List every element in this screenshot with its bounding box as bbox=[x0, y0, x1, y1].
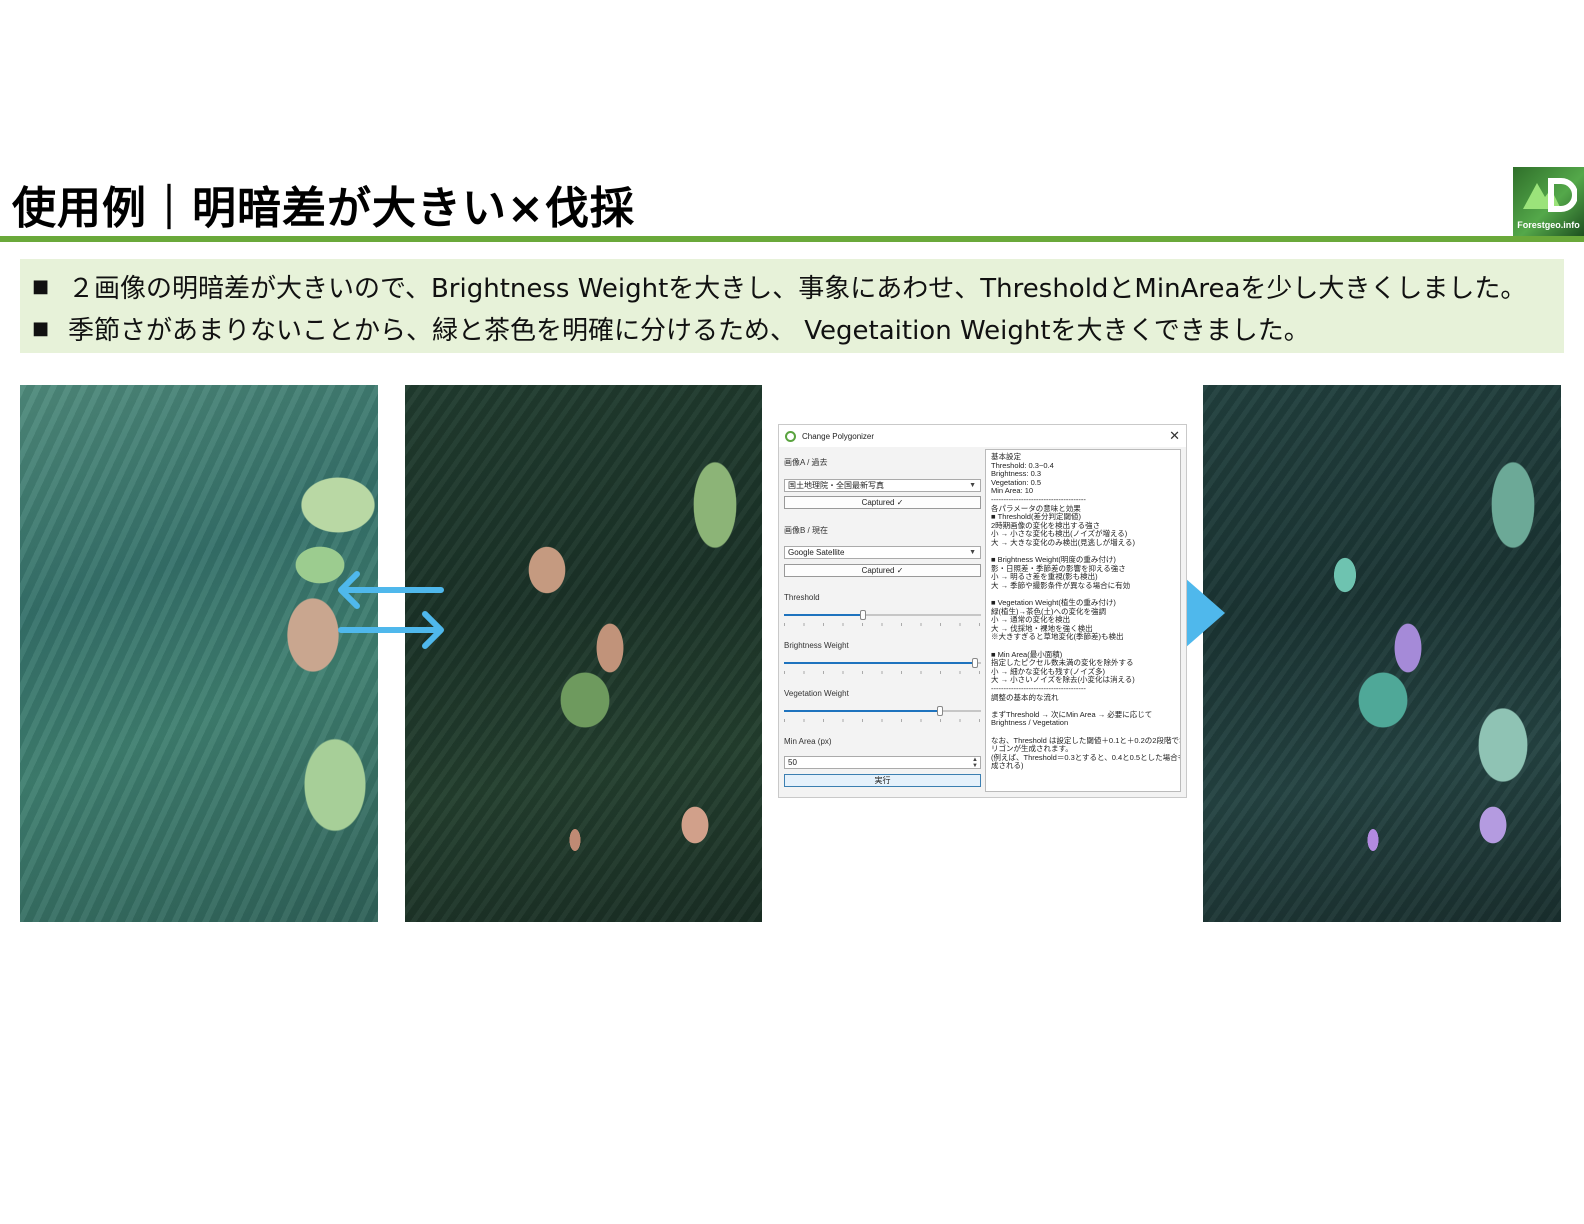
chevron-down-icon: ▼ bbox=[969, 549, 976, 556]
slider-fill bbox=[784, 662, 976, 664]
image-a-label: 画像A / 過去 bbox=[784, 458, 828, 467]
close-icon[interactable]: ✕ bbox=[1169, 428, 1180, 444]
min-area-value: 50 bbox=[788, 758, 797, 767]
min-area-spinbox[interactable]: 50 ▲ ▼ bbox=[784, 756, 981, 769]
vegetation-weight-slider[interactable] bbox=[784, 706, 981, 722]
bullet-text: ２画像の明暗差が大きいので、Brightness Weightを大きし、事象にあ… bbox=[68, 273, 1527, 304]
dialog-title: Change Polygonizer bbox=[802, 431, 875, 441]
logo-text: Forestgeo.info bbox=[1517, 220, 1580, 230]
run-button[interactable]: 実行 bbox=[784, 774, 981, 787]
spin-arrows-icon[interactable]: ▲ ▼ bbox=[972, 757, 978, 769]
next-arrow-icon bbox=[1185, 578, 1225, 648]
logo-icon bbox=[1523, 178, 1577, 212]
dialog-titlebar: Change Polygonizer ✕ bbox=[779, 425, 1186, 447]
slider-handle[interactable] bbox=[859, 610, 866, 620]
title-divider bbox=[0, 236, 1584, 242]
parameter-help-text: 基本設定 Threshold: 0.3~0.4 Brightness: 0.3 … bbox=[985, 449, 1181, 792]
slider-handle[interactable] bbox=[936, 706, 943, 716]
image-a-select[interactable]: 国土地理院・全国最新写真 ▼ bbox=[784, 479, 981, 492]
satellite-photo-current bbox=[405, 385, 762, 922]
image-a-capture-button[interactable]: Captured ✓ bbox=[784, 496, 981, 509]
swap-arrows-icon bbox=[338, 571, 444, 649]
image-b-capture-button[interactable]: Captured ✓ bbox=[784, 564, 981, 577]
brightness-weight-slider[interactable] bbox=[784, 658, 981, 674]
aerial-photo-past bbox=[20, 385, 378, 922]
min-area-label: Min Area (px) bbox=[784, 737, 832, 746]
bullet-text: 季節さがあまりないことから、緑と茶色を明確に分けるため、 Vegetaition… bbox=[68, 315, 1310, 346]
bullet-list: ■ ２画像の明暗差が大きいので、Brightness Weightを大きし、事象… bbox=[20, 259, 1564, 353]
image-b-label: 画像B / 現在 bbox=[784, 526, 829, 535]
image-b-value: Google Satellite bbox=[788, 548, 845, 557]
change-polygonizer-dialog: Change Polygonizer ✕ 画像A / 過去 国土地理院・全国最新… bbox=[778, 424, 1187, 798]
bullet-item: ■ 季節さがあまりないことから、緑と茶色を明確に分けるため、 Vegetaiti… bbox=[32, 307, 1564, 349]
slider-fill bbox=[784, 710, 940, 712]
threshold-label: Threshold bbox=[784, 593, 820, 602]
chevron-down-icon: ▼ bbox=[969, 482, 976, 489]
bullet-marker: ■ bbox=[32, 317, 50, 339]
qgis-icon bbox=[785, 430, 796, 442]
image-b-select[interactable]: Google Satellite ▼ bbox=[784, 546, 981, 559]
image-a-value: 国土地理院・全国最新写真 bbox=[788, 481, 884, 490]
bullet-item: ■ ２画像の明暗差が大きいので、Brightness Weightを大きし、事象… bbox=[32, 265, 1564, 307]
brightness-weight-label: Brightness Weight bbox=[784, 641, 849, 650]
bullet-marker: ■ bbox=[32, 275, 50, 297]
slider-fill bbox=[784, 614, 863, 616]
vegetation-weight-label: Vegetation Weight bbox=[784, 689, 849, 698]
change-result-photo bbox=[1203, 385, 1561, 922]
forestgeo-logo: Forestgeo.info bbox=[1513, 167, 1584, 236]
slide-title: 使用例｜明暗差が大きい×伐採 bbox=[12, 183, 635, 234]
slider-handle[interactable] bbox=[972, 658, 979, 668]
threshold-slider[interactable] bbox=[784, 610, 981, 626]
